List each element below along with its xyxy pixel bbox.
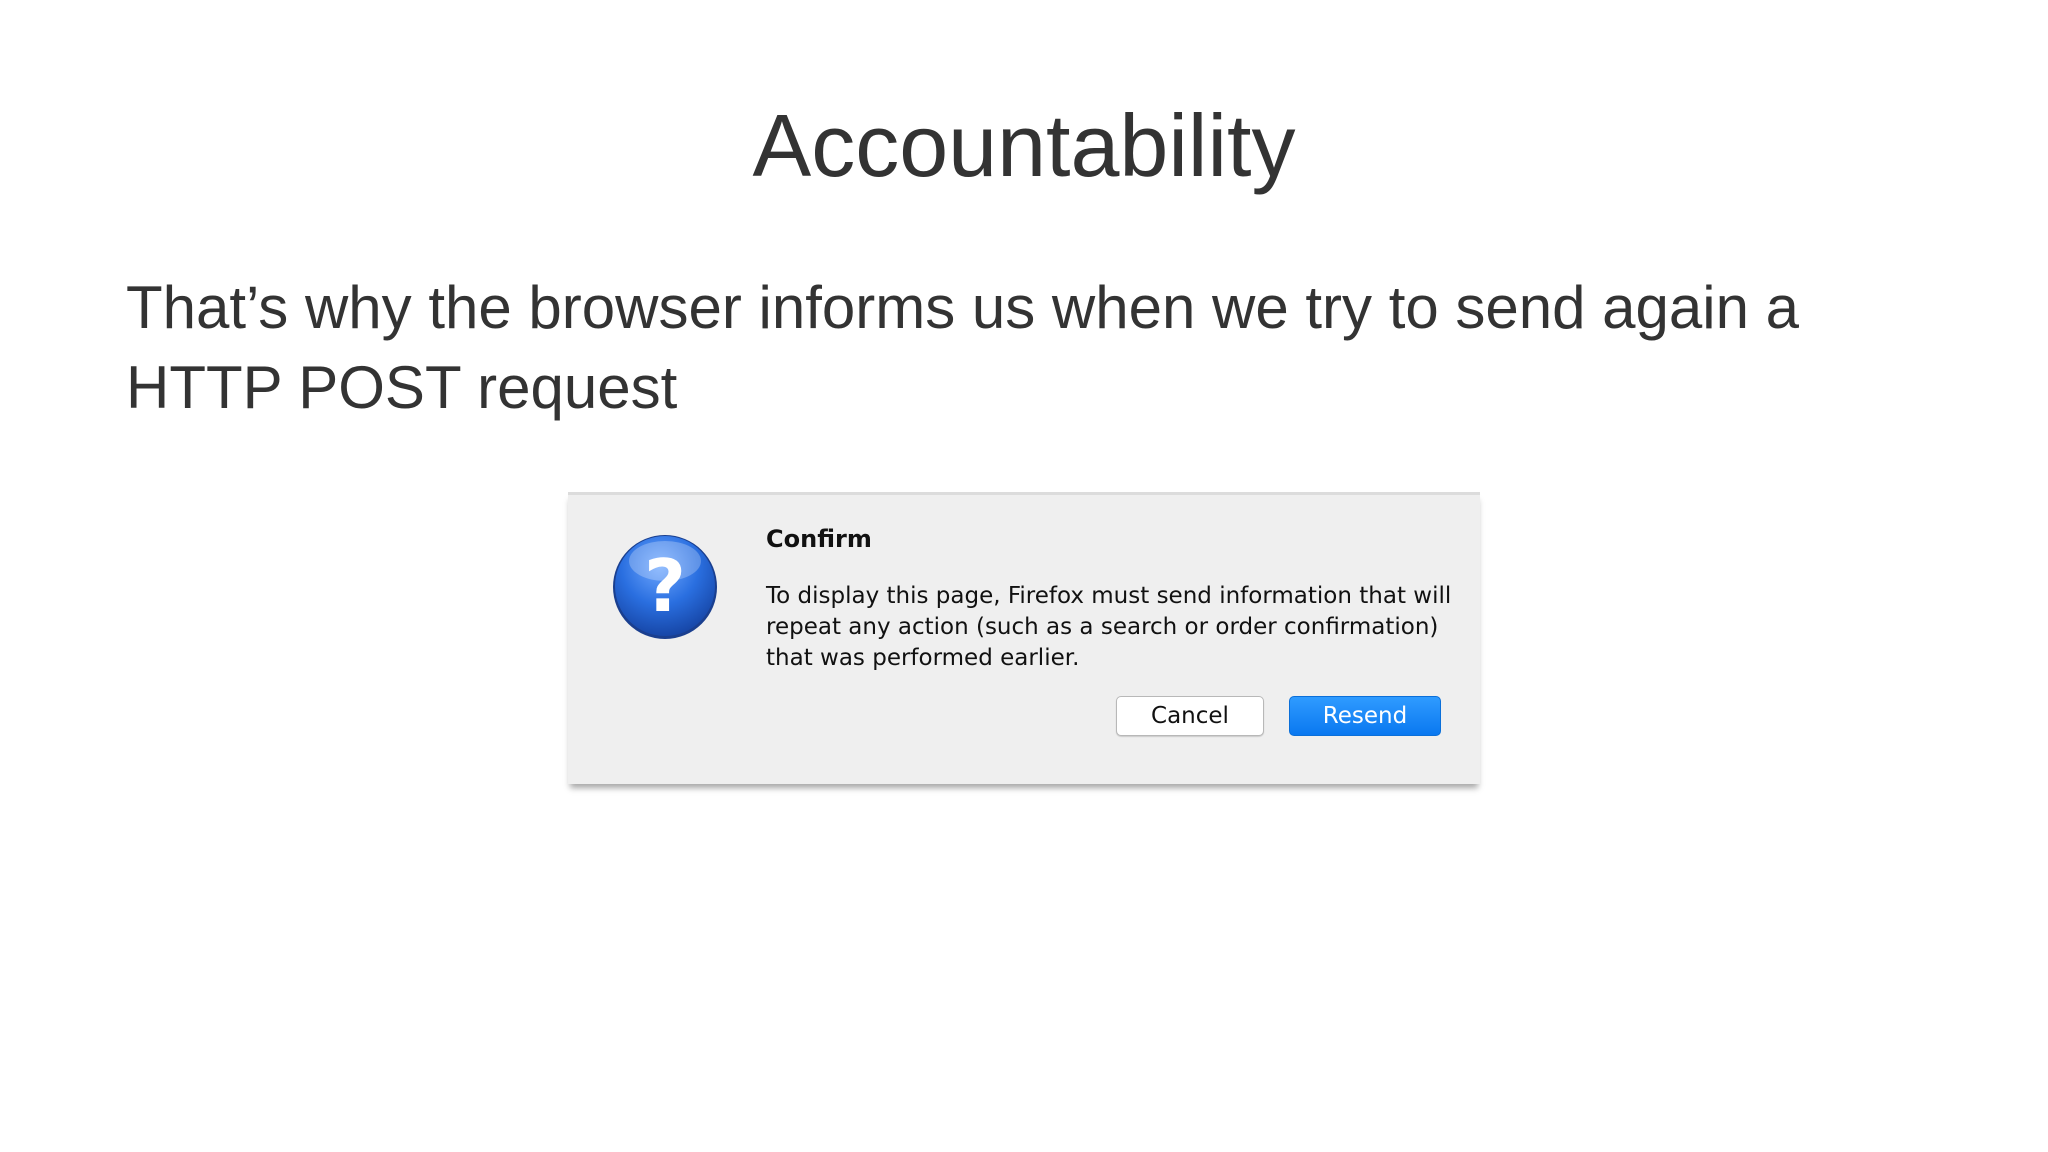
dialog-heading: Confirm [766,525,872,553]
slide-title: Accountability [752,96,1296,195]
dialog-message: To display this page, Firefox must send … [766,583,1452,671]
cancel-button[interactable]: Cancel [1116,696,1264,736]
svg-text:?: ? [644,544,686,628]
slide-body-text: That’s why the browser informs us when w… [126,274,1800,421]
confirm-dialog: ? Confirm To display this page, Firefox … [568,492,1480,784]
resend-button[interactable]: Resend [1289,696,1441,736]
question-icon: ? [610,531,720,641]
